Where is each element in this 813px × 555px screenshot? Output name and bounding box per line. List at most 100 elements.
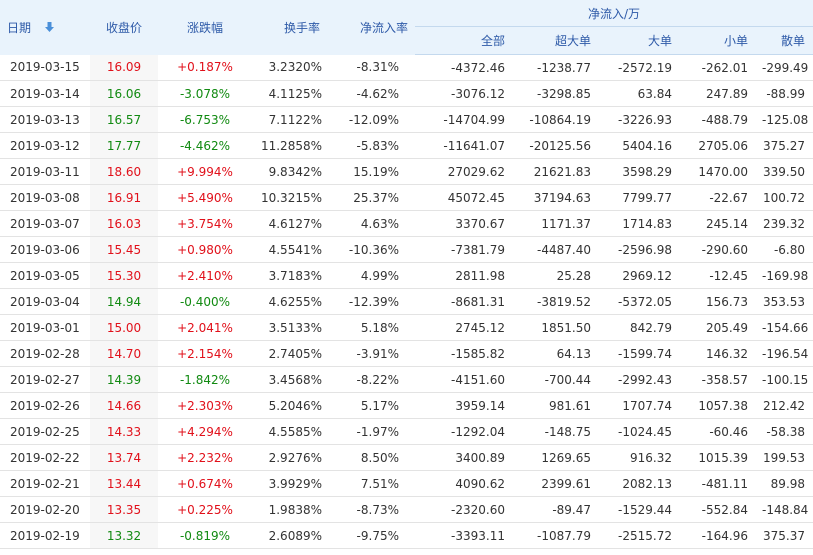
cell-small: -481.11: [679, 470, 755, 497]
cell-small: -488.79: [679, 106, 755, 133]
cell-super-large: 21621.83: [512, 158, 598, 185]
cell-all: 4090.62: [415, 470, 512, 497]
header-change[interactable]: 涨跌幅: [158, 0, 252, 55]
table-row: 2019-03-12 17.77 -4.462% 11.2858% -5.83% -116…: [0, 132, 813, 159]
arrow-down-icon[interactable]: [45, 21, 55, 35]
cell-net-rate: -8.73%: [327, 496, 415, 523]
cell-retail: -58.38: [755, 418, 813, 445]
cell-large: -5372.05: [598, 288, 679, 315]
cell-retail: 212.42: [755, 392, 813, 419]
header-close[interactable]: 收盘价: [90, 0, 158, 55]
cell-super-large: -3298.85: [512, 80, 598, 107]
cell-large: 2969.12: [598, 262, 679, 289]
cell-close: 13.44: [90, 470, 158, 497]
table-row: 2019-03-07 16.03 +3.754% 4.6127% 4.63% 3370.6…: [0, 210, 813, 237]
cell-large: 2082.13: [598, 470, 679, 497]
cell-close: 16.06: [90, 80, 158, 107]
cell-net-rate: -9.75%: [327, 522, 415, 549]
cell-retail: -154.66: [755, 314, 813, 341]
cell-all: 45072.45: [415, 184, 512, 211]
cell-close: 13.74: [90, 444, 158, 471]
cell-change: +2.232%: [158, 444, 252, 471]
cell-large: 1714.83: [598, 210, 679, 237]
cell-date: 2019-03-13: [0, 106, 90, 133]
header-super-large[interactable]: 超大单: [512, 26, 598, 55]
cell-super-large: 25.28: [512, 262, 598, 289]
cell-retail: 100.72: [755, 184, 813, 211]
cell-retail: -169.98: [755, 262, 813, 289]
cell-large: -2596.98: [598, 236, 679, 263]
cell-date: 2019-03-04: [0, 288, 90, 315]
cell-close: 16.91: [90, 184, 158, 211]
cell-small: 245.14: [679, 210, 755, 237]
cell-small: -60.46: [679, 418, 755, 445]
cell-date: 2019-03-06: [0, 236, 90, 263]
header-date[interactable]: 日期: [0, 0, 90, 55]
cell-date: 2019-02-21: [0, 470, 90, 497]
cell-large: -1529.44: [598, 496, 679, 523]
cell-all: 2745.12: [415, 314, 512, 341]
cell-small: 146.32: [679, 340, 755, 367]
cell-all: -3393.11: [415, 522, 512, 549]
cell-date: 2019-03-05: [0, 262, 90, 289]
cell-super-large: -10864.19: [512, 106, 598, 133]
table-row: 2019-03-08 16.91 +5.490% 10.3215% 25.37% 4507…: [0, 184, 813, 211]
cell-all: -8681.31: [415, 288, 512, 315]
table-row: 2019-03-05 15.30 +2.410% 3.7183% 4.99% 2811.9…: [0, 262, 813, 289]
cell-change: +2.041%: [158, 314, 252, 341]
cell-retail: -125.08: [755, 106, 813, 133]
cell-change: +2.410%: [158, 262, 252, 289]
cell-retail: 89.98: [755, 470, 813, 497]
cell-close: 16.09: [90, 54, 158, 81]
cell-small: -12.45: [679, 262, 755, 289]
cell-all: -4151.60: [415, 366, 512, 393]
cell-large: 63.84: [598, 80, 679, 107]
cell-all: 3370.67: [415, 210, 512, 237]
cell-small: 1470.00: [679, 158, 755, 185]
cell-all: -4372.46: [415, 54, 512, 81]
cell-close: 18.60: [90, 158, 158, 185]
header-retail[interactable]: 散单: [755, 26, 813, 55]
cell-change: +0.674%: [158, 470, 252, 497]
cell-close: 14.94: [90, 288, 158, 315]
cell-turnover: 3.5133%: [252, 314, 327, 341]
table-row: 2019-03-14 16.06 -3.078% 4.1125% -4.62% -3076…: [0, 80, 813, 107]
header-net-rate[interactable]: 净流入率: [327, 0, 415, 55]
cell-net-rate: 5.17%: [327, 392, 415, 419]
header-large[interactable]: 大单: [598, 26, 679, 55]
cell-net-rate: 8.50%: [327, 444, 415, 471]
cell-super-large: -148.75: [512, 418, 598, 445]
cell-all: 27029.62: [415, 158, 512, 185]
cell-net-rate: 7.51%: [327, 470, 415, 497]
cell-retail: -100.15: [755, 366, 813, 393]
table-row: 2019-03-04 14.94 -0.400% 4.6255% -12.39% -868…: [0, 288, 813, 315]
table-row: 2019-02-26 14.66 +2.303% 5.2046% 5.17% 3959.1…: [0, 392, 813, 419]
cell-net-rate: 5.18%: [327, 314, 415, 341]
cell-turnover: 3.4568%: [252, 366, 327, 393]
header-turnover[interactable]: 换手率: [252, 0, 327, 55]
header-net-inflow-group: 净流入/万: [415, 0, 813, 27]
header-all[interactable]: 全部: [415, 26, 512, 55]
cell-large: -2572.19: [598, 54, 679, 81]
cell-super-large: -1238.77: [512, 54, 598, 81]
cell-super-large: -3819.52: [512, 288, 598, 315]
table-row: 2019-03-13 16.57 -6.753% 7.1122% -12.09% -147…: [0, 106, 813, 133]
cell-close: 14.66: [90, 392, 158, 419]
header-small[interactable]: 小单: [679, 26, 755, 55]
cell-close: 15.45: [90, 236, 158, 263]
cell-date: 2019-03-01: [0, 314, 90, 341]
table-row: 2019-02-25 14.33 +4.294% 4.5585% -1.97% -1292…: [0, 418, 813, 445]
cell-change: +2.303%: [158, 392, 252, 419]
cell-retail: -88.99: [755, 80, 813, 107]
cell-change: +3.754%: [158, 210, 252, 237]
cell-net-rate: 4.63%: [327, 210, 415, 237]
cell-large: 1707.74: [598, 392, 679, 419]
table-row: 2019-03-15 16.09 +0.187% 3.2320% -8.31% -4372…: [0, 54, 813, 81]
cell-retail: -148.84: [755, 496, 813, 523]
cell-net-rate: -5.83%: [327, 132, 415, 159]
cell-retail: 339.50: [755, 158, 813, 185]
cell-date: 2019-03-07: [0, 210, 90, 237]
cell-turnover: 4.5585%: [252, 418, 327, 445]
cell-date: 2019-02-27: [0, 366, 90, 393]
table-row: 2019-02-28 14.70 +2.154% 2.7405% -3.91% -1585…: [0, 340, 813, 367]
